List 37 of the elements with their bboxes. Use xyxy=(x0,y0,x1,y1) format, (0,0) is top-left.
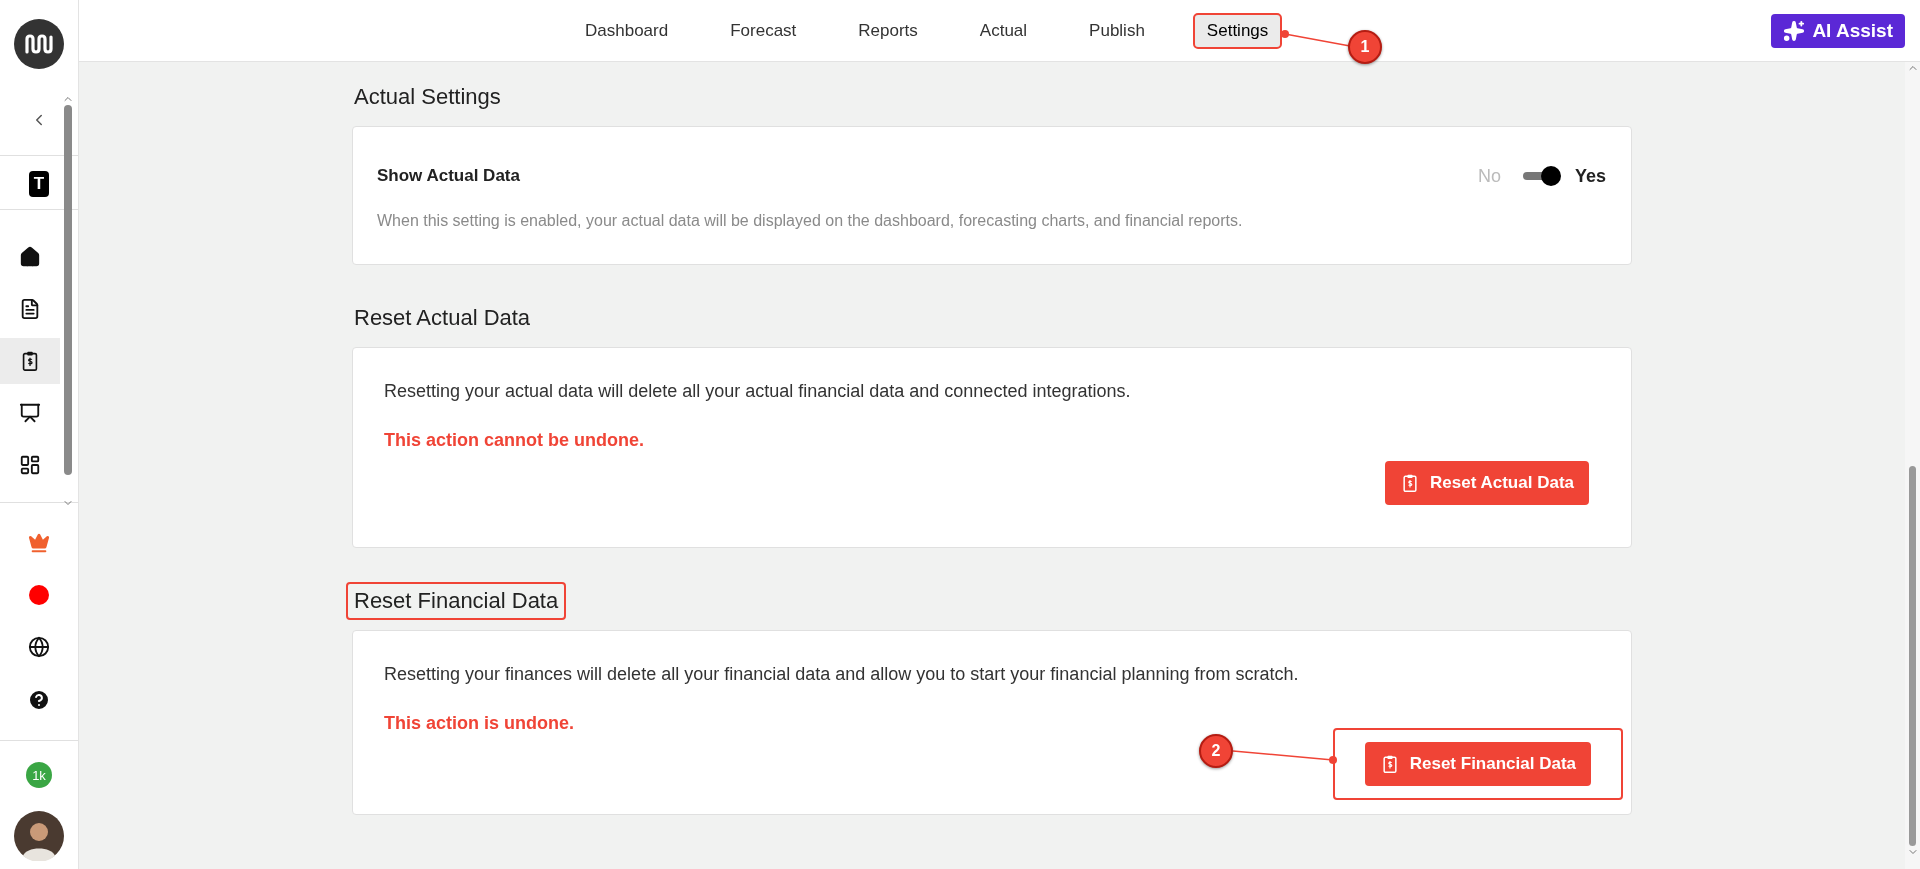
document-icon[interactable] xyxy=(19,298,41,320)
nav-tab[interactable]: Settings xyxy=(1192,12,1283,49)
setting-label: Show Actual Data xyxy=(377,166,520,186)
nav-tab[interactable]: Actual xyxy=(965,12,1042,49)
warning-text: This action is undone. xyxy=(384,713,575,734)
ai-assist-button[interactable]: AI Assist xyxy=(1771,13,1905,48)
logo[interactable] xyxy=(14,19,64,69)
presentation-icon[interactable] xyxy=(19,402,41,424)
section-description: Resetting your actual data will delete all your actual financial data and connected integrations. xyxy=(384,381,1132,402)
on-label: Yes xyxy=(1574,165,1606,187)
sparkle-icon xyxy=(1783,19,1806,42)
scrollbar[interactable] xyxy=(1905,62,1920,869)
setting-description: When this setting is enabled, your actual data will be displayed on the dashboard, forecasting charts, and financial reports. xyxy=(377,212,1244,230)
section-title: Reset Financial Data xyxy=(346,582,567,620)
layout-icon[interactable] xyxy=(19,454,41,476)
reset-button[interactable]: Reset Actual Data xyxy=(1385,461,1589,505)
section-title: Actual Settings xyxy=(353,83,502,111)
scroll-thumb[interactable] xyxy=(64,105,72,475)
section-description: Resetting your finances will delete all your financial data and allow you to start your financial planning from scratch. xyxy=(384,664,1300,685)
workspace-avatar[interactable]: T xyxy=(29,171,49,197)
user-avatar[interactable] xyxy=(14,811,64,861)
crown-icon[interactable] xyxy=(28,532,50,554)
count-badge: 1k xyxy=(26,762,52,788)
warning-text: This action cannot be undone. xyxy=(384,430,645,451)
reset-button[interactable]: Reset Financial Data xyxy=(1364,742,1591,786)
off-label: No xyxy=(1477,165,1501,187)
record-icon[interactable] xyxy=(28,584,50,606)
nav-tab[interactable]: Publish xyxy=(1075,12,1159,49)
globe-icon[interactable] xyxy=(28,636,50,658)
scroll-thumb[interactable] xyxy=(1909,466,1916,846)
section-title: Reset Actual Data xyxy=(353,304,532,332)
help-icon[interactable] xyxy=(27,688,51,712)
nav-tab[interactable]: Dashboard xyxy=(571,12,683,49)
nav-tab[interactable]: Forecast xyxy=(716,12,811,49)
sidebar-item[interactable] xyxy=(0,338,60,384)
nav-tab[interactable]: Reports xyxy=(844,12,932,49)
home-icon[interactable] xyxy=(19,246,41,268)
